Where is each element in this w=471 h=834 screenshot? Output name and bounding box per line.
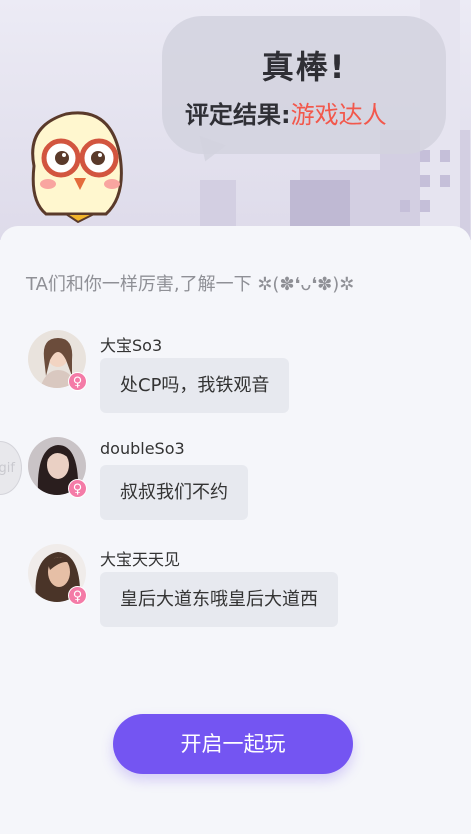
start-play-button[interactable]: 开启一起玩 xyxy=(113,714,353,774)
message-bubble: 处CP吗，我铁观音 xyxy=(100,358,290,413)
user-row[interactable]: ♀ doubleSo3 叔叔我们不约 xyxy=(28,437,448,527)
window-shape xyxy=(420,150,430,162)
user-row[interactable]: ♀ 大宝So3 处CP吗，我铁观音 xyxy=(28,330,448,420)
result-label: 评定结果: xyxy=(185,101,291,129)
user-name: 大宝天天见 xyxy=(100,550,181,569)
female-badge-icon: ♀ xyxy=(68,372,87,391)
chick-mascot-icon xyxy=(31,111,123,224)
user-row[interactable]: ♀ 大宝天天见 皇后大道东哦皇后大道西 xyxy=(28,544,448,634)
female-badge-icon: ♀ xyxy=(68,586,87,605)
message-bubble: 叔叔我们不约 xyxy=(100,465,248,520)
user-name: 大宝So3 xyxy=(100,336,163,355)
window-shape xyxy=(400,200,410,212)
result-value: 游戏达人 xyxy=(290,101,387,129)
result-title: 真棒! xyxy=(261,48,347,86)
intro-text: TA们和你一样厉害,了解一下 ✲(✽❛ᴗ❛✽)✲ xyxy=(26,274,355,295)
window-shape xyxy=(440,150,450,162)
female-badge-icon: ♀ xyxy=(68,479,87,498)
message-bubble: 皇后大道东哦皇后大道西 xyxy=(100,572,338,627)
window-shape xyxy=(420,200,430,212)
user-name: doubleSo3 xyxy=(100,439,185,458)
window-shape xyxy=(420,175,430,187)
window-shape xyxy=(440,175,450,187)
result-line: 评定结果:游戏达人 xyxy=(185,95,387,130)
